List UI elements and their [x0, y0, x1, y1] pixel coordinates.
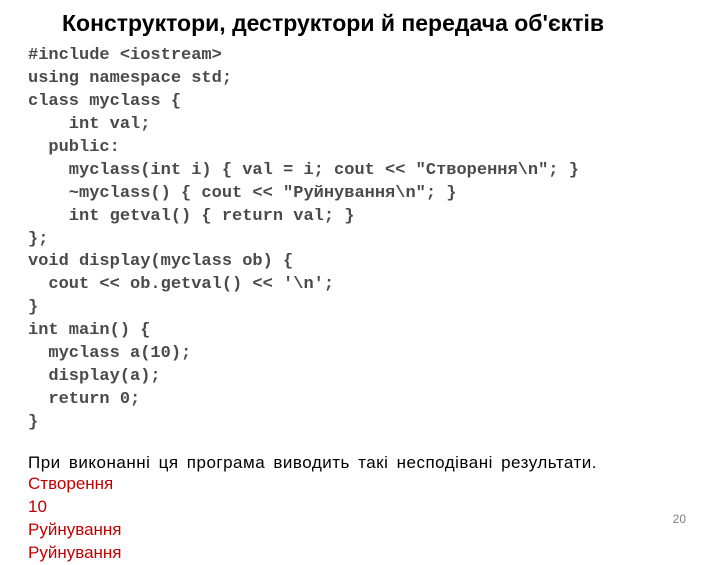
output-line: Руйнування [28, 520, 122, 539]
output-line: 10 [28, 497, 47, 516]
code-line: display(a); [28, 367, 161, 386]
code-line: myclass(int i) { val = i; cout << "Створ… [28, 161, 579, 180]
code-line: } [28, 413, 38, 432]
code-line: using namespace std; [28, 69, 232, 88]
code-line: int main() { [28, 321, 150, 340]
code-line: int val; [28, 115, 150, 134]
code-line: return 0; [28, 390, 140, 409]
code-line: myclass a(10); [28, 344, 191, 363]
code-line: public: [28, 138, 120, 157]
explanation-text: При виконанні ця програма виводить такі … [28, 453, 692, 473]
code-line: class myclass { [28, 92, 181, 111]
code-line: } [28, 298, 38, 317]
code-line: void display(myclass ob) { [28, 252, 293, 271]
page-number: 20 [673, 512, 686, 526]
code-line: #include <iostream> [28, 46, 222, 65]
code-line: ~myclass() { cout << "Руйнування\n"; } [28, 184, 456, 203]
slide: Конструктори, деструктори й передача об'… [0, 0, 720, 540]
code-line: }; [28, 230, 48, 249]
output-line: Створення [28, 474, 113, 493]
output-line: Руйнування [28, 543, 122, 562]
slide-title: Конструктори, деструктори й передача об'… [28, 10, 692, 37]
program-output: Створення 10 Руйнування Руйнування [28, 473, 692, 565]
code-block: #include <iostream> using namespace std;… [28, 45, 692, 435]
code-line: cout << ob.getval() << '\n'; [28, 275, 334, 294]
code-line: int getval() { return val; } [28, 207, 354, 226]
